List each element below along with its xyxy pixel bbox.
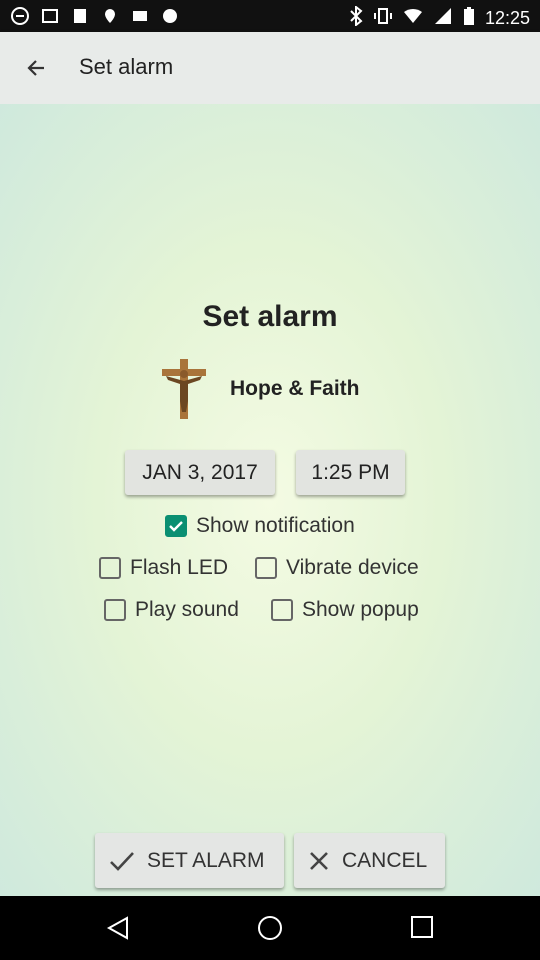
- signal-icon: [433, 6, 453, 31]
- show-notification-checkbox[interactable]: Show notification: [165, 514, 355, 538]
- checkbox-label: Show notification: [196, 514, 355, 537]
- dialog-heading: Set alarm: [202, 300, 338, 333]
- play-sound-checkbox[interactable]: Play sound: [104, 598, 239, 622]
- status-bar: 12:25: [0, 0, 540, 32]
- show-popup-checkbox[interactable]: Show popup: [271, 598, 419, 622]
- flash-led-checkbox[interactable]: Flash LED: [99, 556, 228, 580]
- time-picker-button[interactable]: 1:25 PM: [296, 450, 405, 495]
- checkbox-unchecked-icon: [104, 599, 126, 621]
- set-alarm-label: SET ALARM: [147, 848, 265, 872]
- app-notification-icon: [100, 6, 120, 26]
- wifi-icon: [403, 6, 423, 31]
- app-notification-icon: [160, 6, 180, 26]
- notification-icons: [10, 6, 180, 26]
- vibrate-device-checkbox[interactable]: Vibrate device: [255, 556, 419, 580]
- checkbox-label: Play sound: [135, 598, 239, 621]
- app-brand: Hope & Faith: [160, 354, 360, 424]
- checkbox-label: Vibrate device: [286, 556, 419, 579]
- back-button[interactable]: [14, 46, 58, 90]
- app-bar: Set alarm: [0, 32, 540, 104]
- checkbox-checked-icon: [165, 515, 187, 537]
- navigation-bar: [0, 896, 540, 960]
- app-notification-icon: [10, 6, 30, 26]
- app-title: Set alarm: [79, 54, 174, 79]
- cancel-button[interactable]: CANCEL: [294, 833, 445, 888]
- set-alarm-button[interactable]: SET ALARM: [95, 833, 284, 888]
- bluetooth-icon: [349, 4, 363, 31]
- brand-name: Hope & Faith: [230, 377, 360, 400]
- arrow-back-icon: [27, 60, 44, 76]
- battery-icon: [463, 6, 475, 31]
- nav-home-icon[interactable]: [257, 915, 283, 941]
- close-icon: [310, 851, 328, 870]
- checkbox-unchecked-icon: [255, 557, 277, 579]
- nav-back-icon[interactable]: [105, 915, 131, 941]
- checkmark-icon: [110, 851, 134, 871]
- app-notification-icon: [130, 6, 150, 26]
- set-alarm-panel: Set alarm Hope & Faith JAN 3, 2017 1:25 …: [0, 104, 540, 896]
- checkbox-unchecked-icon: [99, 557, 121, 579]
- nav-recents-icon[interactable]: [410, 915, 434, 939]
- crucifix-logo: [162, 359, 206, 419]
- date-picker-button[interactable]: JAN 3, 2017: [125, 450, 275, 495]
- system-status: 12:25: [349, 4, 530, 31]
- vibrate-icon: [373, 6, 393, 31]
- checkbox-label: Show popup: [302, 598, 419, 621]
- app-notification-icon: [40, 6, 60, 26]
- checkbox-unchecked-icon: [271, 599, 293, 621]
- cancel-label: CANCEL: [342, 848, 428, 872]
- status-time: 12:25: [484, 8, 530, 28]
- checkbox-label: Flash LED: [130, 556, 229, 579]
- app-notification-icon: [70, 6, 90, 26]
